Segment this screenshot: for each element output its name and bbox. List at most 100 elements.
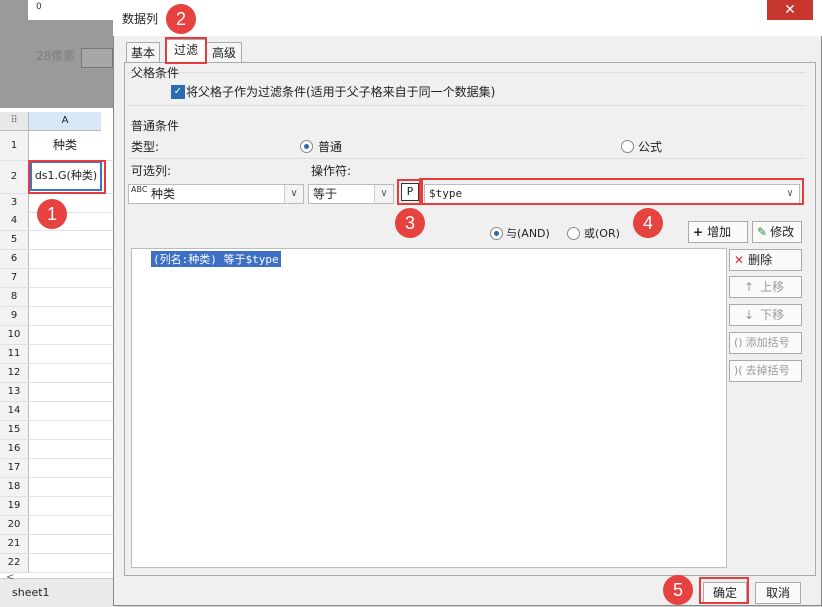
annotation-badge-5: 5 <box>663 575 693 605</box>
divider <box>128 105 806 106</box>
type-label: 类型: <box>131 140 160 154</box>
row-number[interactable]: 14 <box>0 402 29 421</box>
annotation-box-1 <box>28 160 106 194</box>
bracket-icon: () <box>734 336 743 349</box>
divider <box>128 72 806 73</box>
row-height-box <box>81 48 113 68</box>
annotation-box-4 <box>419 178 804 205</box>
annotation-box-5 <box>699 577 749 604</box>
sheet-tab[interactable]: sheet1 <box>12 586 50 599</box>
delete-button[interactable]: ✕ 删除 <box>729 249 802 271</box>
grid-row-line <box>29 287 118 288</box>
grid-row-line <box>29 325 118 326</box>
type-formula-label: 公式 <box>638 140 663 154</box>
scroll-left-icon[interactable]: < <box>6 572 14 583</box>
row-number[interactable]: 18 <box>0 478 29 497</box>
annotation-badge-3: 3 <box>395 208 425 238</box>
grid-row-line <box>29 553 118 554</box>
move-up-label: 上移 <box>760 280 785 294</box>
remove-bracket-label: 去掉括号 <box>745 364 790 377</box>
edit-button-label: 修改 <box>770 225 795 239</box>
row-number[interactable]: 15 <box>0 421 29 440</box>
grid-row-line <box>29 401 118 402</box>
row-number[interactable]: 4 <box>0 212 29 231</box>
edit-button[interactable]: ✎ 修改 <box>752 221 802 243</box>
delete-button-label: 删除 <box>748 253 773 267</box>
condition-item[interactable]: (列名:种类) 等于$type <box>151 251 281 267</box>
remove-bracket-button[interactable]: )(去掉括号 <box>729 360 802 382</box>
row-number[interactable]: 7 <box>0 269 29 288</box>
grid-row-line <box>29 477 118 478</box>
row-number[interactable]: 5 <box>0 231 29 250</box>
grid-row-line <box>29 572 118 573</box>
column-select[interactable]: 种类 ∨ <box>128 184 304 204</box>
row-number[interactable]: 19 <box>0 497 29 516</box>
row-number[interactable]: 12 <box>0 364 29 383</box>
cell-a1[interactable]: 种类 <box>30 131 100 159</box>
grid-row-line <box>29 534 118 535</box>
operator-select[interactable]: 等于 ∨ <box>308 184 394 204</box>
parent-filter-label: 将父格子作为过滤条件(适用于父子格来自于同一个数据集) <box>186 85 496 99</box>
type-formula-radio[interactable] <box>621 140 634 153</box>
parent-filter-checkbox[interactable]: ✓ <box>171 85 185 99</box>
row-number[interactable]: 6 <box>0 250 29 269</box>
add-button[interactable]: + 增加 <box>688 221 748 243</box>
row-number[interactable]: 13 <box>0 383 29 402</box>
chevron-down-icon[interactable]: ∨ <box>374 185 393 203</box>
or-label: 或(OR) <box>584 227 620 240</box>
annotation-box-2 <box>165 37 207 64</box>
annotation-badge-1: 1 <box>37 199 67 229</box>
grid-row-line <box>29 268 118 269</box>
plus-icon: + <box>693 225 704 239</box>
annotation-badge-2: 2 <box>166 4 196 34</box>
row-number[interactable]: 21 <box>0 535 29 554</box>
column-label: 可选列: <box>131 164 172 178</box>
and-radio[interactable] <box>490 227 503 240</box>
row-number[interactable]: 10 <box>0 326 29 345</box>
condition-list[interactable] <box>131 248 727 568</box>
and-label: 与(AND) <box>506 227 550 240</box>
add-bracket-label: 添加括号 <box>745 336 790 349</box>
grid-row-line <box>29 439 118 440</box>
close-button[interactable]: ✕ <box>767 0 813 20</box>
row-number[interactable]: 22 <box>0 554 29 573</box>
move-down-button[interactable]: ↓ 下移 <box>729 304 802 326</box>
arrow-up-icon: ↑ <box>744 280 755 294</box>
tab-advanced[interactable]: 高级 <box>206 42 242 64</box>
normal-condition-heading: 普通条件 <box>131 119 180 133</box>
grid-row-line <box>29 496 118 497</box>
dialog-titlebar <box>113 0 822 36</box>
add-bracket-button[interactable]: () 添加括号 <box>729 332 802 354</box>
column-header-a[interactable]: A <box>29 112 101 131</box>
row-number[interactable]: 16 <box>0 440 29 459</box>
row-number[interactable]: 17 <box>0 459 29 478</box>
arrow-down-icon: ↓ <box>744 308 755 322</box>
tab-basic[interactable]: 基本 <box>126 42 160 64</box>
grid-row-line <box>29 249 118 250</box>
row-number[interactable]: 9 <box>0 307 29 326</box>
chevron-down-icon[interactable]: ∨ <box>284 185 303 203</box>
row-number[interactable]: 1 <box>0 131 29 161</box>
grid-row-line <box>29 306 118 307</box>
parent-condition-heading: 父格条件 <box>131 66 180 80</box>
delete-icon: ✕ <box>734 253 745 267</box>
cancel-button[interactable]: 取消 <box>755 582 801 604</box>
grid-row-line <box>29 458 118 459</box>
move-down-label: 下移 <box>760 308 785 322</box>
row-number[interactable]: 3 <box>0 194 29 213</box>
row-number[interactable]: 2 <box>0 161 29 194</box>
grid-row-line <box>29 230 118 231</box>
dialog-title: 数据列 <box>122 12 159 26</box>
row-number[interactable]: 8 <box>0 288 29 307</box>
type-normal-label: 普通 <box>318 140 343 154</box>
or-radio[interactable] <box>567 227 580 240</box>
grid-corner[interactable]: ⠿ <box>0 112 29 131</box>
operator-select-value: 等于 <box>313 187 338 201</box>
row-number[interactable]: 11 <box>0 345 29 364</box>
grid-row-line <box>29 515 118 516</box>
type-normal-radio[interactable] <box>300 140 313 153</box>
move-up-button[interactable]: ↑ 上移 <box>729 276 802 298</box>
ruler-zero: 0 <box>36 2 42 12</box>
row-number[interactable]: 20 <box>0 516 29 535</box>
edit-icon: ✎ <box>757 225 768 239</box>
